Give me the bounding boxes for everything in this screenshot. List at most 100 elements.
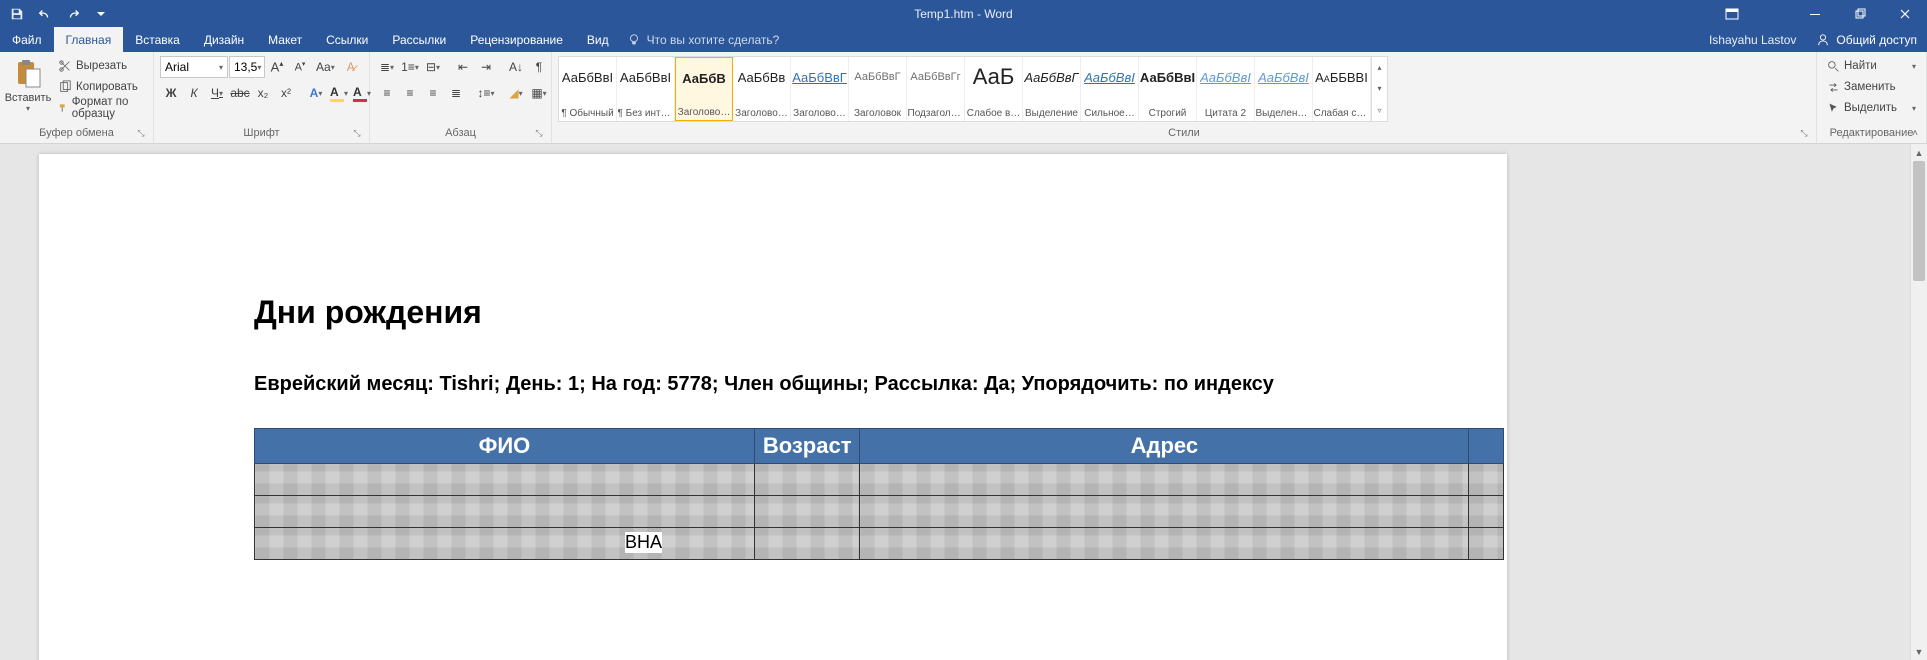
line-spacing-button[interactable]: ↕≡▾ (475, 82, 497, 104)
style-item-12[interactable]: АаБбВвIВыделенн… (1255, 57, 1313, 121)
style-item-1[interactable]: АаБбВвI¶ Без инте… (617, 57, 675, 121)
save-button[interactable] (4, 2, 30, 26)
cut-button[interactable]: Вырезать (54, 56, 147, 76)
style-item-7[interactable]: АаБСлабое в… (965, 57, 1023, 121)
align-center-button[interactable]: ≡ (399, 82, 421, 104)
paste-button[interactable]: Вставить ▾ (6, 56, 50, 124)
tab-references[interactable]: Ссылки (314, 27, 380, 52)
numbering-button[interactable]: 1≡▾ (399, 56, 421, 78)
bullets-icon: ≣ (380, 60, 390, 74)
tab-layout[interactable]: Макет (256, 27, 314, 52)
align-right-button[interactable]: ≡ (422, 82, 444, 104)
col-age[interactable]: Возраст (754, 429, 860, 464)
table-row[interactable] (255, 464, 1504, 496)
col-address[interactable]: Адрес (860, 429, 1469, 464)
restore-button[interactable] (1837, 0, 1882, 27)
italic-button[interactable]: К (183, 82, 205, 104)
tab-insert[interactable]: Вставка (123, 27, 192, 52)
style-item-0[interactable]: АаБбВвI¶ Обычный (559, 57, 617, 121)
styles-dialog-launcher[interactable]: ⤡ (1798, 127, 1810, 139)
style-item-2[interactable]: АаБбВЗаголово… (675, 57, 733, 121)
undo-button[interactable] (32, 2, 58, 26)
font-size-combo[interactable]: 13,5▾ (229, 56, 265, 78)
close-button[interactable] (1882, 0, 1927, 27)
tab-design[interactable]: Дизайн (192, 27, 256, 52)
replace-button[interactable]: Заменить (1823, 77, 1920, 97)
page[interactable]: Дни рождения Еврейский месяц: Tishri; Де… (39, 154, 1507, 660)
ribbon-display-options[interactable] (1717, 0, 1747, 27)
style-item-5[interactable]: АаБбВвГЗаголовок (849, 57, 907, 121)
ribbon: Вставить ▾ Вырезать Копировать Формат по… (0, 52, 1927, 144)
decrease-indent-button[interactable]: ⇤ (452, 56, 474, 78)
scroll-down-button[interactable]: ▼ (1911, 643, 1927, 660)
font-name-combo[interactable]: Arial▾ (160, 56, 228, 78)
tab-view[interactable]: Вид (575, 27, 621, 52)
col-extra[interactable] (1469, 429, 1504, 464)
doc-heading[interactable]: Дни рождения (254, 294, 1407, 331)
clear-formatting-button[interactable]: A̷ (340, 56, 362, 78)
col-fio[interactable]: ФИО (255, 429, 755, 464)
highlight-icon: A (330, 85, 344, 102)
align-left-button[interactable]: ≡ (376, 82, 398, 104)
style-item-9[interactable]: АаБбВвIСильное… (1081, 57, 1139, 121)
paragraph-dialog-launcher[interactable]: ⤡ (533, 127, 545, 139)
bullets-button[interactable]: ≣▾ (376, 56, 398, 78)
line-spacing-icon: ↕≡ (477, 86, 490, 100)
format-painter-button[interactable]: Формат по образцу (54, 98, 147, 118)
style-item-3[interactable]: АаБбВвЗаголово… (733, 57, 791, 121)
underline-button[interactable]: Ч▾ (206, 82, 228, 104)
subscript-button[interactable]: x₂ (252, 82, 274, 104)
share-icon (1816, 33, 1830, 47)
redo-button[interactable] (60, 2, 86, 26)
tab-file[interactable]: Файл (0, 27, 54, 52)
tab-home[interactable]: Главная (54, 27, 124, 52)
doc-subheading[interactable]: Еврейский месяц: Tishri; День: 1; На год… (254, 373, 1407, 396)
style-item-10[interactable]: АаБбВвIСтрогий (1139, 57, 1197, 121)
borders-button[interactable]: ▦▾ (528, 82, 550, 104)
gallery-row-down[interactable]: ▾ (1372, 78, 1387, 99)
tab-review[interactable]: Рецензирование (458, 27, 575, 52)
signed-in-user[interactable]: Ishayahu Lastov (1699, 27, 1806, 52)
gallery-expand[interactable]: ▿ (1372, 100, 1387, 121)
show-marks-button[interactable]: ¶ (528, 56, 550, 78)
shrink-font-button[interactable]: A▾ (289, 56, 311, 78)
justify-button[interactable]: ≣ (445, 82, 467, 104)
style-item-13[interactable]: АаББВВIСлабая сс… (1313, 57, 1371, 121)
lightbulb-icon (627, 33, 641, 47)
scroll-thumb[interactable] (1913, 161, 1925, 281)
change-case-button[interactable]: Aa▾ (312, 56, 339, 78)
superscript-button[interactable]: x² (275, 82, 297, 104)
table-row[interactable] (255, 496, 1504, 528)
scroll-up-button[interactable]: ▲ (1911, 144, 1927, 161)
clipboard-dialog-launcher[interactable]: ⤡ (135, 127, 147, 139)
select-label: Выделить (1844, 102, 1897, 114)
grow-font-button[interactable]: A▴ (266, 56, 288, 78)
minimize-button[interactable] (1792, 0, 1837, 27)
copy-button[interactable]: Копировать (54, 77, 147, 97)
select-button[interactable]: Выделить▾ (1823, 98, 1920, 118)
qat-customize-button[interactable] (88, 2, 114, 26)
style-item-4[interactable]: АаБбВвГЗаголово… (791, 57, 849, 121)
multilevel-button[interactable]: ⊟▾ (422, 56, 444, 78)
bold-button[interactable]: Ж (160, 82, 182, 104)
highlight-button[interactable]: A▾ (328, 82, 350, 104)
gallery-row-up[interactable]: ▴ (1372, 57, 1387, 78)
table-row[interactable]: ВНА (255, 528, 1504, 560)
doc-table[interactable]: ФИО Возраст Адрес ВНА (254, 428, 1504, 560)
tell-me-search[interactable]: Что вы хотите сделать? (627, 27, 780, 52)
increase-indent-button[interactable]: ⇥ (475, 56, 497, 78)
shading-button[interactable]: ◢▾ (505, 82, 527, 104)
text-effects-button[interactable]: A▾ (305, 82, 327, 104)
style-item-8[interactable]: АаБбВвГВыделение (1023, 57, 1081, 121)
sort-button[interactable]: A↓ (505, 56, 527, 78)
strikethrough-button[interactable]: abc (229, 82, 251, 104)
share-button[interactable]: Общий доступ (1806, 27, 1927, 52)
find-button[interactable]: Найти▾ (1823, 56, 1920, 76)
style-name: Слабое в… (967, 108, 1021, 119)
style-item-11[interactable]: АаБбВвIЦитата 2 (1197, 57, 1255, 121)
tab-mailings[interactable]: Рассылки (380, 27, 458, 52)
style-item-6[interactable]: АаБбВвГгПодзаголо… (907, 57, 965, 121)
font-dialog-launcher[interactable]: ⤡ (351, 127, 363, 139)
collapse-ribbon-button[interactable]: ˄ (1907, 125, 1923, 141)
vertical-scrollbar[interactable]: ▲ ▼ (1910, 144, 1927, 660)
